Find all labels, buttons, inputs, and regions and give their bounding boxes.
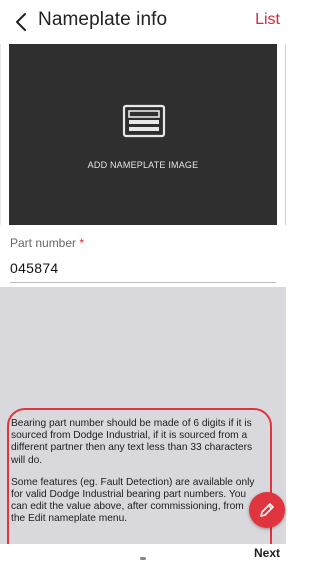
- add-image-label: ADD NAMEPLATE IMAGE: [87, 160, 199, 170]
- nameplate-icon: [122, 104, 166, 138]
- info-paragraph-1: Bearing part number should be made of 6 …: [11, 418, 253, 466]
- chevron-left-icon: [16, 13, 26, 31]
- add-nameplate-image-button[interactable]: ADD NAMEPLATE IMAGE: [9, 44, 277, 225]
- part-number-label-text: Part number: [10, 236, 77, 250]
- edit-fab-button[interactable]: [249, 492, 285, 528]
- info-paragraph-2: Some features (eg. Fault Detection) are …: [11, 476, 255, 525]
- part-number-field[interactable]: Part number * 045874: [0, 225, 286, 287]
- back-button[interactable]: [12, 10, 32, 34]
- info-text: Bearing part number should be made of 6 …: [11, 418, 259, 526]
- next-button[interactable]: Next: [254, 546, 280, 560]
- input-underline: [10, 282, 276, 283]
- part-number-input[interactable]: 045874: [10, 260, 59, 276]
- required-marker: *: [79, 236, 85, 250]
- list-button[interactable]: List: [255, 11, 280, 29]
- page-title: Nameplate info: [38, 9, 168, 30]
- header-bar: Nameplate info List: [0, 0, 286, 44]
- bottom-bar: [0, 544, 286, 563]
- pencil-icon: [260, 503, 274, 517]
- page-indicator: [140, 557, 146, 560]
- part-number-label: Part number *: [10, 236, 84, 250]
